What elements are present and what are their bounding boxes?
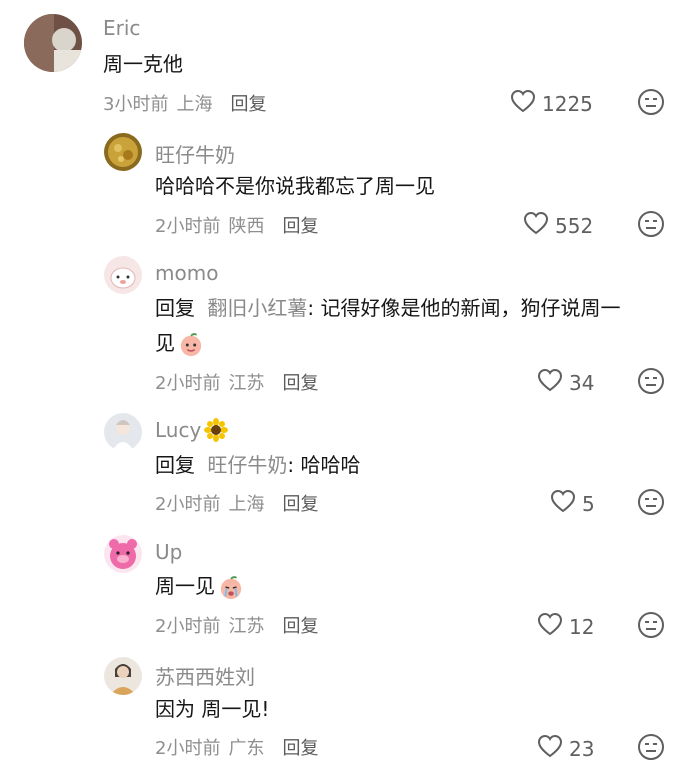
comment-location: 上海	[176, 94, 213, 115]
username-text[interactable]: Eric	[103, 16, 140, 40]
avatar[interactable]	[104, 133, 142, 171]
comment-list: Eric 周一克他 3小时前 上海 回复 1225 旺仔牛奶 哈哈哈不是你说我都…	[0, 0, 690, 778]
like-button[interactable]: 552	[523, 211, 593, 240]
meh-face-icon[interactable]	[637, 611, 665, 639]
meh-face-icon[interactable]	[637, 488, 665, 516]
mention-link[interactable]: 旺仔牛奶	[207, 453, 287, 477]
comment-time: 3小时前	[103, 94, 169, 115]
username-text[interactable]: momo	[155, 261, 218, 285]
comment-username[interactable]: 苏西西姓刘	[155, 661, 255, 690]
like-count: 34	[569, 370, 595, 395]
username-text[interactable]: Lucy	[155, 418, 201, 442]
peach-face-emoji	[179, 332, 203, 357]
like-button[interactable]: 34	[537, 368, 594, 397]
like-button[interactable]: 5	[550, 489, 595, 518]
comment-text-content: 哈哈哈不是你说我都忘了周一见	[155, 174, 435, 198]
comment-text: 周一克他	[103, 46, 183, 82]
reply-button[interactable]: 回复	[282, 734, 318, 760]
reply-button[interactable]: 回复	[230, 90, 266, 116]
avatar[interactable]	[104, 657, 142, 695]
comment-meta: 2小时前 陕西 回复	[155, 212, 318, 238]
comment-text: 哈哈哈不是你说我都忘了周一见	[155, 168, 435, 204]
heart-outline-icon	[537, 612, 569, 641]
comment-text-content-line2: 见	[155, 331, 175, 355]
like-button[interactable]: 12	[537, 612, 594, 641]
comment-time: 2小时前	[155, 738, 221, 759]
like-button[interactable]: 1225	[510, 89, 593, 118]
reply-button[interactable]: 回复	[282, 369, 318, 395]
avatar[interactable]	[24, 14, 82, 72]
comment-meta: 2小时前 广东 回复	[155, 734, 318, 760]
comment-username[interactable]: momo	[155, 261, 218, 285]
username-text[interactable]: 苏西西姓刘	[155, 661, 255, 690]
like-count: 552	[555, 213, 594, 238]
comment-time: 2小时前	[155, 373, 221, 394]
comment-meta: 2小时前 上海 回复	[155, 490, 318, 516]
crying-peach-emoji	[219, 575, 243, 600]
like-button[interactable]: 23	[537, 734, 594, 763]
comment-text-content: 因为 周一见!	[155, 697, 270, 721]
comment-location: 广东	[228, 738, 265, 759]
comment-time: 2小时前	[155, 616, 221, 637]
meh-face-icon[interactable]	[637, 88, 665, 116]
reply-button[interactable]: 回复	[282, 212, 318, 238]
mention-link[interactable]: 翻旧小红薯	[207, 296, 307, 320]
like-count: 12	[569, 614, 595, 639]
comment-time: 2小时前	[155, 216, 221, 237]
comment-location: 江苏	[228, 616, 265, 637]
comment-meta: 2小时前 江苏 回复	[155, 369, 318, 395]
heart-outline-icon	[537, 368, 569, 397]
reply-button[interactable]: 回复	[282, 490, 318, 516]
like-count: 23	[569, 736, 595, 761]
reply-prefix: 回复	[155, 296, 195, 320]
comment-text-content: 周一克他	[103, 52, 183, 76]
heart-outline-icon	[550, 489, 582, 518]
comment-location: 江苏	[228, 373, 265, 394]
reply-button[interactable]: 回复	[282, 612, 318, 638]
avatar[interactable]	[104, 413, 142, 451]
comment-location: 陕西	[228, 216, 265, 237]
comment-text: 周一见	[155, 568, 243, 604]
comment-location: 上海	[228, 494, 265, 515]
username-text[interactable]: 旺仔牛奶	[155, 139, 235, 168]
sunflower-emoji	[204, 418, 229, 442]
comment-username[interactable]: Eric	[103, 16, 140, 40]
comment-username[interactable]: 旺仔牛奶	[155, 139, 235, 168]
username-text[interactable]: Up	[155, 540, 182, 564]
heart-outline-icon	[537, 734, 569, 763]
comment-text: 回复 旺仔牛奶: 哈哈哈	[155, 447, 360, 483]
comment-text-content: : 哈哈哈	[287, 453, 361, 477]
comment-text-content: 周一见	[155, 574, 215, 598]
comment-text-line2: 见	[155, 325, 203, 361]
avatar[interactable]	[104, 535, 142, 573]
comment-meta: 3小时前 上海 回复	[103, 90, 266, 116]
comment-time: 2小时前	[155, 494, 221, 515]
reply-prefix: 回复	[155, 453, 195, 477]
heart-outline-icon	[510, 89, 542, 118]
avatar[interactable]	[104, 256, 142, 294]
comment-username[interactable]: Lucy	[155, 418, 229, 442]
like-count: 1225	[542, 91, 593, 116]
comment-text-content: : 记得好像是他的新闻，狗仔说周一	[307, 296, 621, 320]
meh-face-icon[interactable]	[637, 210, 665, 238]
like-count: 5	[582, 491, 595, 516]
comment-username[interactable]: Up	[155, 540, 182, 564]
meh-face-icon[interactable]	[637, 733, 665, 761]
meh-face-icon[interactable]	[637, 367, 665, 395]
heart-outline-icon	[523, 211, 555, 240]
comment-text: 因为 周一见!	[155, 691, 269, 727]
comment-meta: 2小时前 江苏 回复	[155, 612, 318, 638]
comment-text: 回复 翻旧小红薯: 记得好像是他的新闻，狗仔说周一	[155, 290, 620, 326]
